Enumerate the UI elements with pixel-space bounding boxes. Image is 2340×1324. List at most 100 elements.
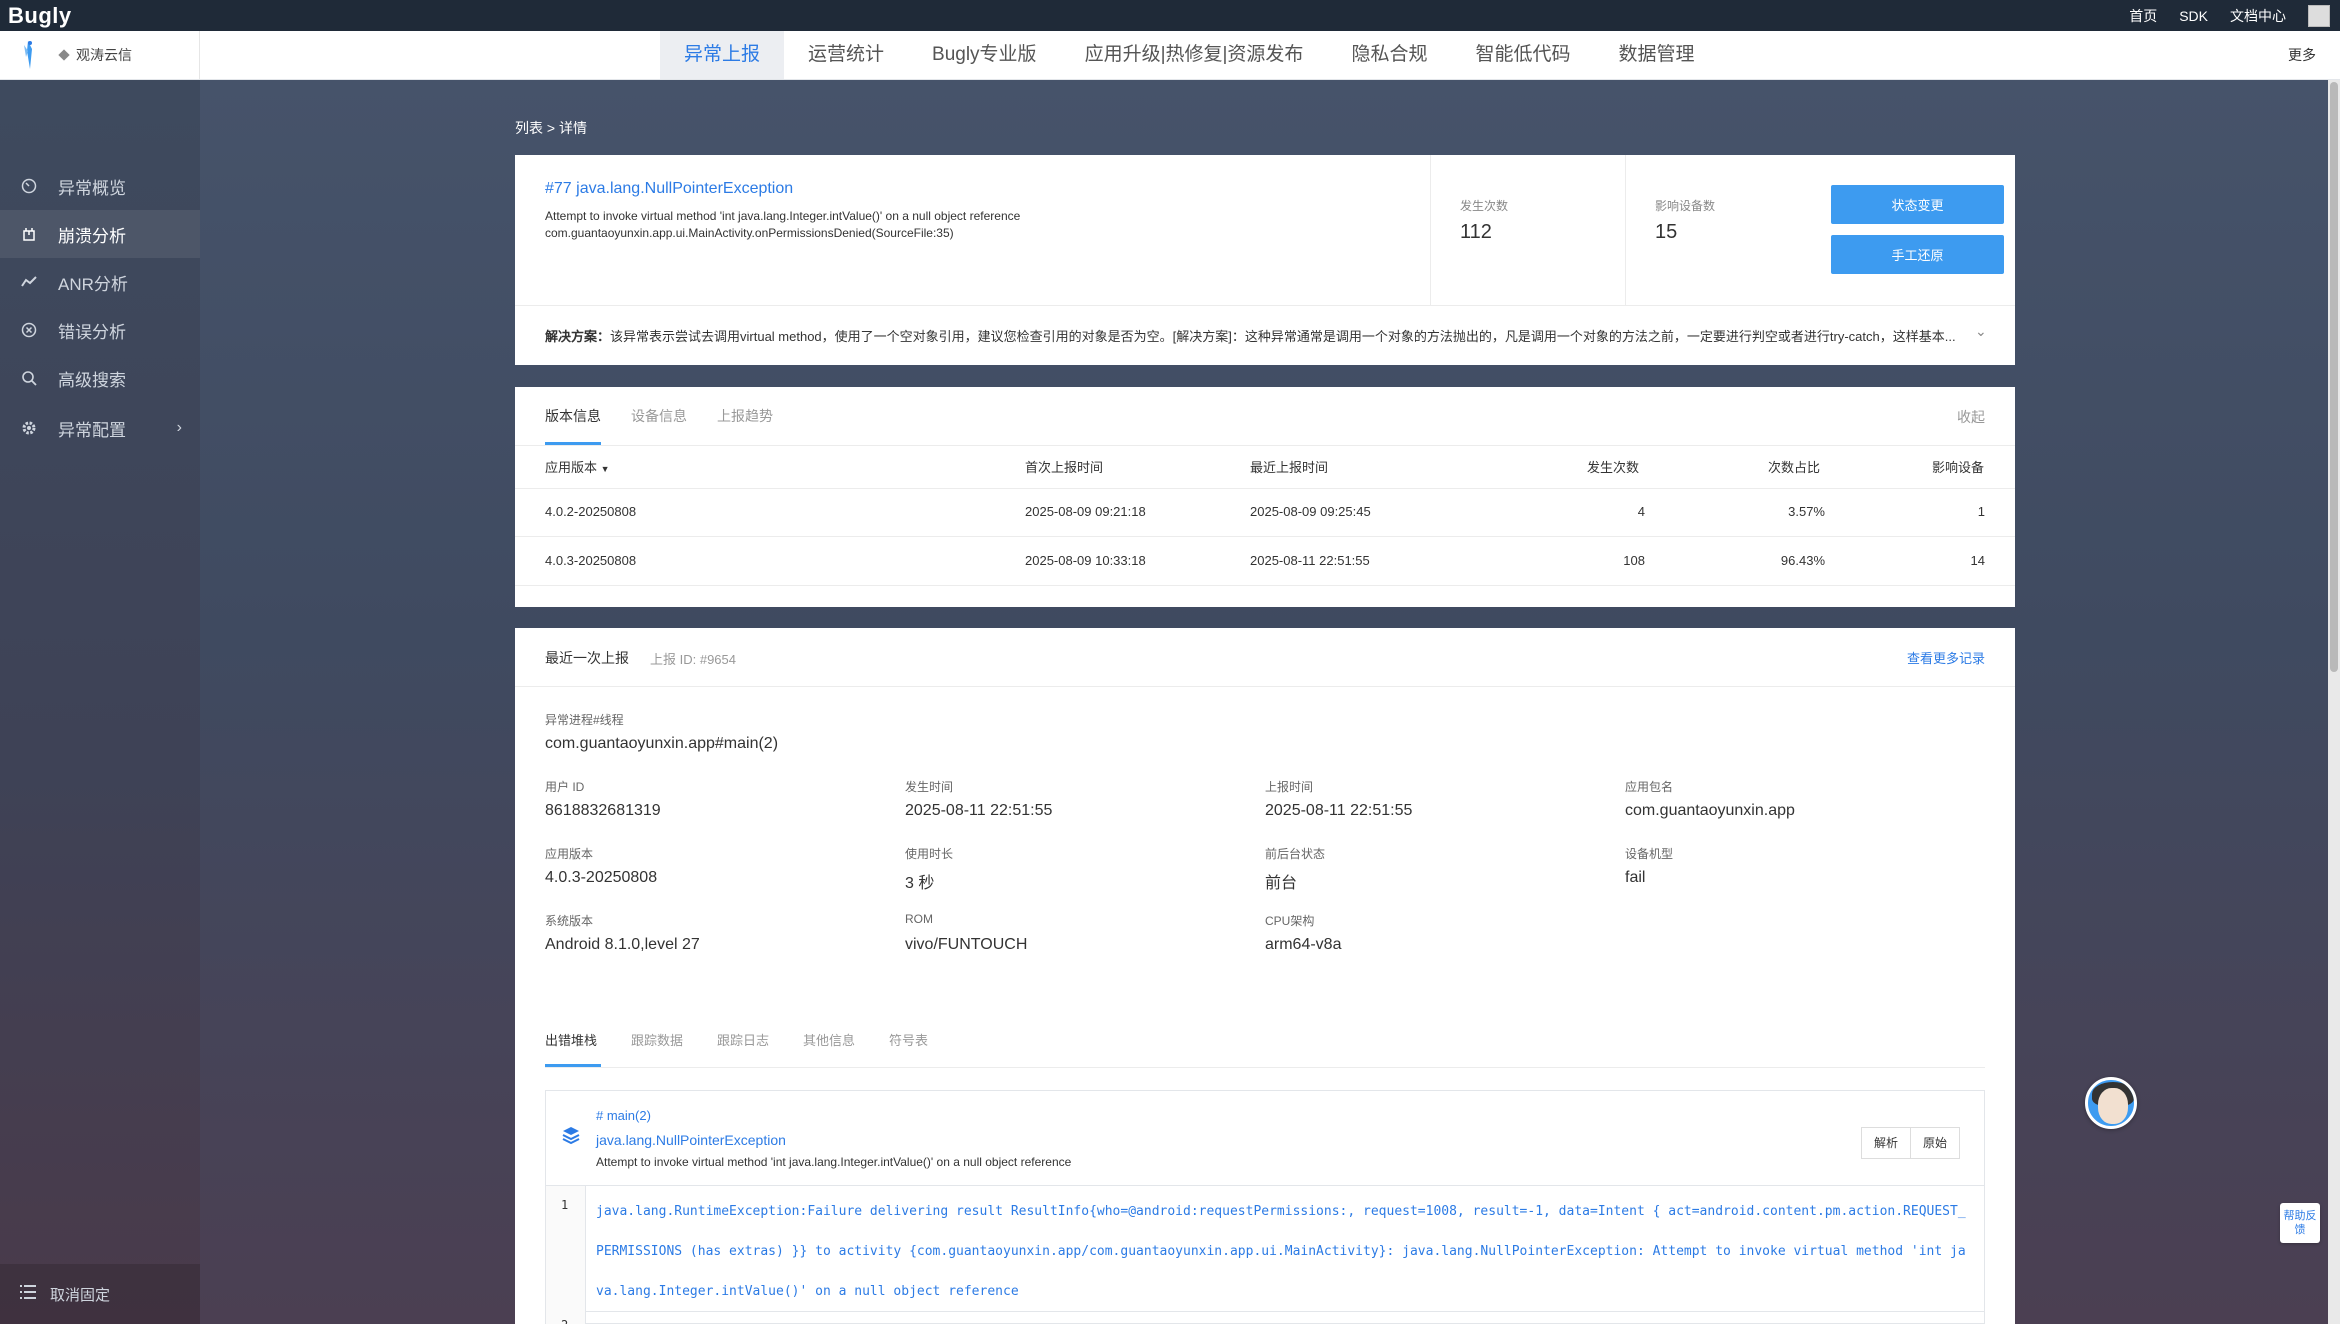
gauge-icon xyxy=(20,177,38,195)
tab-bugly-pro[interactable]: Bugly专业版 xyxy=(908,31,1061,79)
field-label: 系统版本 xyxy=(545,914,594,928)
crash-icon xyxy=(20,225,38,243)
link-sdk[interactable]: SDK xyxy=(2179,8,2208,24)
version-info-card: 版本信息 设备信息 上报趋势 收起 应用版本 ▼ 首次上报时间 最近上报时间 发… xyxy=(515,387,2015,607)
app-switcher[interactable]: 观涛云信 xyxy=(0,31,200,79)
unpin-sidebar[interactable]: 取消固定 xyxy=(0,1264,200,1324)
tab-symbol-table[interactable]: 符号表 xyxy=(889,1030,928,1049)
cell-occurrences: 4 xyxy=(1637,504,1645,519)
error-icon xyxy=(20,321,38,339)
field-label: 使用时长 xyxy=(905,847,954,861)
field-label: CPU架构 xyxy=(1265,914,1315,928)
tab-trace-data[interactable]: 跟踪数据 xyxy=(631,1030,683,1049)
user-avatar[interactable] xyxy=(2308,4,2330,27)
stack-trace-panel: # main(2) java.lang.NullPointerException… xyxy=(545,1090,1985,1324)
sidebar-item-label: 异常概览 xyxy=(58,178,126,198)
gear-icon xyxy=(20,419,38,437)
divider xyxy=(1430,155,1431,305)
org-name: 观涛云信 xyxy=(76,47,132,63)
cell-ratio: 3.57% xyxy=(1788,504,1825,519)
sidebar-item-anr[interactable]: ANR分析 xyxy=(0,258,200,306)
field-label: 发生时间 xyxy=(905,780,954,794)
field-label: 应用版本 xyxy=(545,847,594,861)
collapse-button[interactable]: 收起 xyxy=(1957,407,1985,427)
parse-button[interactable]: 解析 xyxy=(1862,1128,1910,1158)
field-value: arm64-v8a xyxy=(1265,936,1342,953)
tab-report-trend[interactable]: 上报趋势 xyxy=(717,406,773,426)
tab-stack-trace[interactable]: 出错堆栈 xyxy=(545,1030,597,1049)
link-home[interactable]: 首页 xyxy=(2129,6,2157,26)
field-value: 前台 xyxy=(1265,875,1298,892)
report-id: 上报 ID: #9654 xyxy=(650,652,736,667)
solution-body: 该异常表示尝试去调用virtual method，使用了一个空对象引用，建议您检… xyxy=(610,329,1955,344)
cell-first-report: 2025-08-09 09:21:18 xyxy=(1025,504,1146,519)
sidebar-item-label: 高级搜索 xyxy=(58,370,126,390)
help-feedback-button[interactable]: 帮助反馈 xyxy=(2280,1203,2320,1243)
col-last-report: 最近上报时间 xyxy=(1250,460,1329,475)
tab-low-code[interactable]: 智能低代码 xyxy=(1451,31,1594,79)
brand-logo[interactable]: Bugly xyxy=(8,3,72,29)
sidebar-item-crash[interactable]: 崩溃分析 xyxy=(0,210,200,258)
tab-exception-report[interactable]: 异常上报 xyxy=(660,31,785,79)
occurrences-label: 发生次数 xyxy=(1460,199,1509,213)
cell-version: 4.0.3-20250808 xyxy=(545,553,637,568)
field-value: com.guantaoyunxin.app xyxy=(1625,802,1795,819)
tab-app-upgrade[interactable]: 应用升级|热修复|资源发布 xyxy=(1061,31,1328,79)
cell-last-report: 2025-08-11 22:51:55 xyxy=(1250,553,1370,568)
stack-thread[interactable]: # main(2) xyxy=(596,1108,651,1123)
search-icon xyxy=(20,369,38,387)
field-value: 4.0.3-20250808 xyxy=(545,869,658,886)
last-report-title: 最近一次上报 xyxy=(545,650,629,666)
issue-summary-card: #77 java.lang.NullPointerException Attem… xyxy=(515,155,2015,365)
line-number: 2 xyxy=(561,1318,568,1324)
cell-occurrences: 108 xyxy=(1623,553,1645,568)
view-more-records-link[interactable]: 查看更多记录 xyxy=(1907,648,1985,667)
scrollbar-thumb[interactable] xyxy=(2330,82,2338,672)
solution-label: 解决方案： xyxy=(545,329,611,344)
col-occurrences: 发生次数 xyxy=(1587,460,1640,475)
tab-version-info[interactable]: 版本信息 xyxy=(545,406,601,426)
sidebar-item-search[interactable]: 高级搜索 xyxy=(0,354,200,402)
org-icon xyxy=(58,49,70,61)
top-bar: Bugly 首页 SDK 文档中心 xyxy=(0,0,2340,31)
thread-value: com.guantaoyunxin.app#main(2) xyxy=(545,735,779,752)
sidebar-item-config[interactable]: 异常配置 › xyxy=(0,404,200,452)
list-icon xyxy=(20,1285,36,1303)
sidebar-item-error[interactable]: 错误分析 xyxy=(0,306,200,354)
raw-button[interactable]: 原始 xyxy=(1910,1128,1959,1158)
col-app-version[interactable]: 应用版本 ▼ xyxy=(545,457,610,476)
tab-trace-log[interactable]: 跟踪日志 xyxy=(717,1030,769,1049)
chevron-down-icon[interactable]: ⌄ xyxy=(1975,323,1987,340)
sidebar-item-overview[interactable]: 异常概览 xyxy=(0,162,200,210)
org-selector[interactable]: 观涛云信 xyxy=(58,45,132,65)
cell-devices: 14 xyxy=(1970,553,1985,568)
cell-devices: 1 xyxy=(1977,504,1985,519)
devices-value: 15 xyxy=(1655,221,1678,243)
link-docs[interactable]: 文档中心 xyxy=(2230,6,2286,26)
divider xyxy=(515,488,2015,489)
divider xyxy=(586,1311,1984,1312)
last-report-card: 最近一次上报 上报 ID: #9654 查看更多记录 异常进程#线程 com.g… xyxy=(515,628,2015,1324)
manual-restore-button[interactable]: 手工还原 xyxy=(1831,235,2004,274)
more-menu[interactable]: 更多 xyxy=(2288,31,2316,79)
tab-privacy[interactable]: 隐私合规 xyxy=(1327,31,1451,79)
tab-data-management[interactable]: 数据管理 xyxy=(1594,31,1718,79)
divider xyxy=(515,536,2015,537)
breadcrumb[interactable]: 列表 > 详情 xyxy=(515,118,587,138)
status-change-button[interactable]: 状态变更 xyxy=(1831,185,2004,224)
divider xyxy=(515,585,2015,586)
divider xyxy=(1625,155,1626,305)
sort-down-icon: ▼ xyxy=(600,464,610,474)
tab-other-info[interactable]: 其他信息 xyxy=(803,1030,855,1049)
sidebar-item-label: 异常配置 xyxy=(58,420,126,440)
stack-code: 1 2 java.lang.RuntimeException:Failure d… xyxy=(546,1186,1984,1324)
stack-exception[interactable]: java.lang.NullPointerException xyxy=(596,1132,786,1148)
nav-tabs: 异常上报 运营统计 Bugly专业版 应用升级|热修复|资源发布 隐私合规 智能… xyxy=(660,31,1718,79)
assistant-avatar[interactable] xyxy=(2085,1077,2137,1129)
col-ratio: 次数占比 xyxy=(1768,460,1821,475)
anr-icon xyxy=(20,273,38,291)
tab-device-info[interactable]: 设备信息 xyxy=(631,406,687,426)
stack-line[interactable]: java.lang.RuntimeException:Failure deliv… xyxy=(596,1192,1966,1312)
tab-operations-stats[interactable]: 运营统计 xyxy=(784,31,908,79)
line-numbers: 1 2 xyxy=(546,1186,586,1324)
